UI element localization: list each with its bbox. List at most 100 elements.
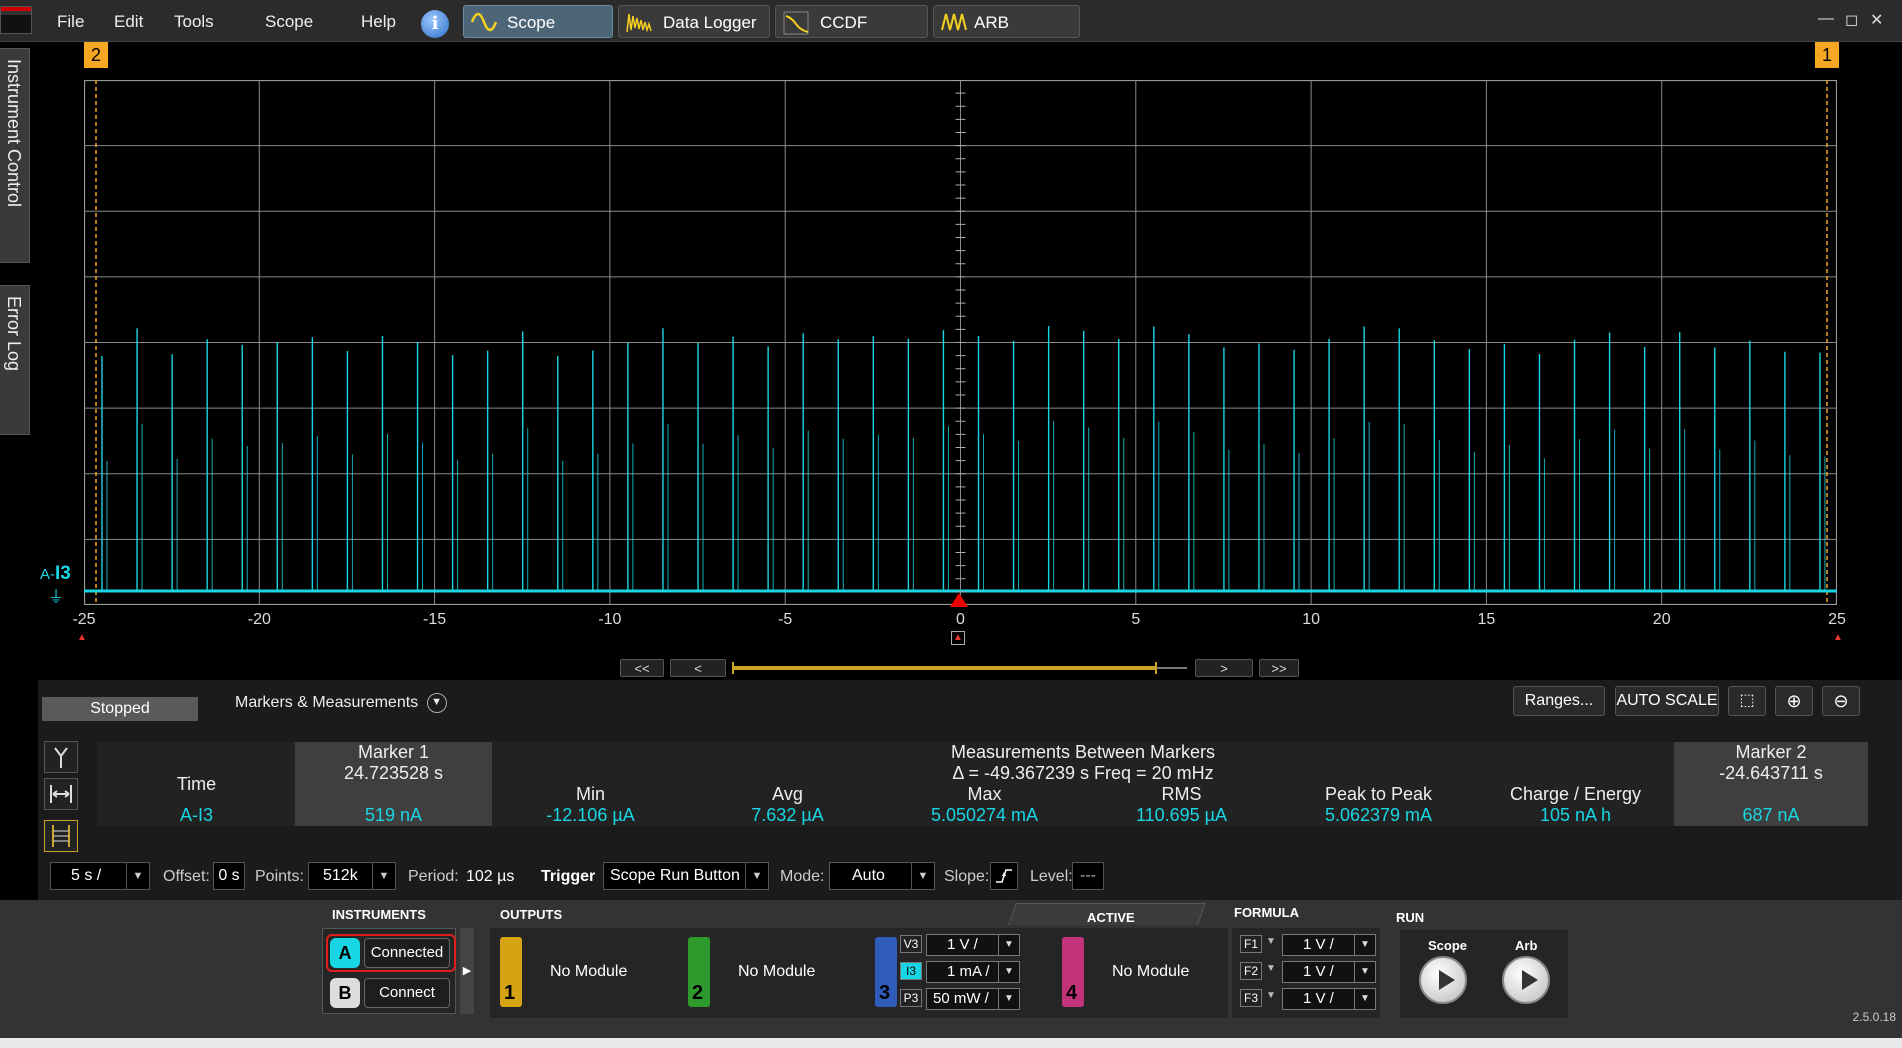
scroll-far-left-button[interactable]: << (620, 659, 664, 677)
trigger-select[interactable]: Scope Run Button ▼ (603, 862, 769, 890)
chevron-down-icon: ▼ (426, 693, 447, 713)
scroll-right-button[interactable]: > (1195, 659, 1253, 677)
i3-tag[interactable]: I3 (900, 962, 922, 980)
chevron-down-icon: ▼ (998, 935, 1019, 955)
offset-input[interactable]: 0 s (213, 862, 245, 890)
f3-tag[interactable]: F3 (1240, 989, 1262, 1007)
f3-dropdown-icon[interactable]: ▼ (1266, 990, 1276, 1001)
v3-tag[interactable]: V3 (900, 935, 922, 953)
output-4-num: 4 (1066, 982, 1078, 1004)
output-4[interactable]: 4 (1062, 937, 1084, 1007)
menu-tools[interactable]: Tools (174, 12, 214, 32)
f2-dropdown-icon[interactable]: ▼ (1266, 963, 1276, 974)
tab-arb[interactable]: ARB (933, 5, 1080, 38)
tab-scope[interactable]: Scope (463, 5, 613, 38)
zoom-box-icon[interactable]: ⬚ (1728, 686, 1766, 716)
instrument-a-status[interactable]: Connected (364, 938, 450, 968)
auto-scale-button[interactable]: AUTO SCALE (1615, 686, 1719, 716)
f1-range-value: 1 V / (1303, 936, 1334, 953)
tab-data-logger[interactable]: Data Logger (618, 5, 770, 38)
f2-tag[interactable]: F2 (1240, 962, 1262, 980)
info-icon[interactable]: i (421, 10, 449, 38)
level-input[interactable]: --- (1072, 862, 1104, 890)
status-badge: Stopped (42, 697, 198, 721)
maximize-icon[interactable]: ◻ (1845, 10, 1858, 30)
rising-slope-icon[interactable] (990, 862, 1018, 890)
instrument-a-button[interactable]: A (330, 938, 360, 968)
output-1[interactable]: 1 (500, 937, 522, 1007)
offset-marker-icon[interactable]: ▲ (951, 631, 965, 645)
marker-2-flag[interactable]: 2 (84, 42, 108, 68)
marker2-time: -24.643711 s (1674, 763, 1869, 805)
measure-tool-icon[interactable] (44, 820, 78, 852)
output-3[interactable]: 3 (875, 937, 897, 1007)
channel-label[interactable]: A-I3 (40, 563, 71, 585)
instrument-b-button[interactable]: B (330, 978, 360, 1008)
run-scope-button[interactable] (1419, 956, 1467, 1004)
f1-tag[interactable]: F1 (1240, 935, 1262, 953)
value-max: 5.050274 mA (886, 805, 1083, 826)
sidetab-error-log[interactable]: Error Log (0, 285, 30, 435)
trigger-position-icon[interactable] (950, 593, 968, 607)
scope-plot[interactable] (84, 80, 1837, 605)
timebase-value: 5 s / (71, 867, 102, 884)
trigger-value: Scope Run Button (610, 867, 740, 884)
tab-data-logger-label: Data Logger (663, 13, 757, 32)
f1-dropdown-icon[interactable]: ▼ (1266, 936, 1276, 947)
minimize-icon[interactable]: — (1818, 10, 1834, 28)
marker-tool-icon[interactable] (44, 741, 78, 773)
menu-file[interactable]: File (57, 12, 84, 32)
ccdf-icon (783, 11, 809, 35)
zoom-out-icon[interactable]: ⊖ (1822, 686, 1860, 716)
mode-label: Mode: (780, 868, 825, 885)
f1-range-select[interactable]: 1 V / ▼ (1282, 934, 1376, 956)
p3-tag[interactable]: P3 (900, 989, 922, 1007)
run-arb-button[interactable] (1502, 956, 1550, 1004)
output-2[interactable]: 2 (688, 937, 710, 1007)
close-icon[interactable]: ✕ (1870, 10, 1883, 30)
i3-range-select[interactable]: 1 mA / ▼ (926, 961, 1020, 983)
markers-measurements-title: Markers & Measurements (235, 694, 419, 712)
level-label: Level: (1030, 868, 1073, 885)
marker-1-flag[interactable]: 1 (1815, 42, 1839, 68)
channel-label-name: I3 (55, 563, 71, 584)
f3-range-select[interactable]: 1 V / ▼ (1282, 988, 1376, 1010)
sidetab-instrument-control[interactable]: Instrument Control (0, 48, 30, 263)
x-tick-label: 20 (1652, 611, 1671, 628)
chevron-down-icon: ▼ (1354, 935, 1375, 955)
expand-arrow-icon[interactable]: ▶ (460, 928, 474, 1014)
tab-ccdf[interactable]: CCDF (775, 5, 928, 38)
run-title: RUN (1396, 910, 1425, 925)
p3-range-select[interactable]: 50 mW / ▼ (926, 988, 1020, 1010)
period-value: 102 µs (466, 868, 515, 885)
output-1-num: 1 (504, 982, 516, 1004)
col-max: Max (886, 784, 1083, 805)
mode-value: Auto (852, 867, 885, 884)
timebase-select[interactable]: 5 s / ▼ (50, 862, 150, 890)
sine-wave-icon (470, 12, 498, 32)
menu-help[interactable]: Help (361, 12, 396, 32)
span-tool-icon[interactable] (44, 778, 78, 810)
ranges-button[interactable]: Ranges... (1513, 686, 1605, 716)
scroll-far-right-button[interactable]: >> (1259, 659, 1299, 677)
p3-range-value: 50 mW / (933, 990, 989, 1007)
chevron-down-icon: ▼ (126, 863, 149, 889)
menu-scope[interactable]: Scope (265, 12, 313, 32)
center-axis-ticks (955, 80, 966, 605)
mode-select[interactable]: Auto ▼ (829, 862, 935, 890)
f2-range-select[interactable]: 1 V / ▼ (1282, 961, 1376, 983)
outputs-title: OUTPUTS (500, 907, 563, 922)
col-avg: Avg (689, 784, 886, 805)
offset-label: Offset: (163, 868, 210, 885)
v3-range-select[interactable]: 1 V / ▼ (926, 934, 1020, 956)
value-charge-energy: 105 nA h (1477, 805, 1675, 826)
zoom-in-icon[interactable]: ⊕ (1775, 686, 1813, 716)
markers-measurements-toggle[interactable]: Markers & Measurements ▼ (235, 693, 447, 713)
points-select[interactable]: 512k ▼ (308, 862, 396, 890)
col-rms: RMS (1083, 784, 1280, 805)
instrument-b-connect[interactable]: Connect (364, 978, 450, 1008)
data-logger-icon (626, 13, 652, 33)
menu-edit[interactable]: Edit (114, 12, 143, 32)
scroll-slider[interactable] (732, 660, 1187, 676)
scroll-left-button[interactable]: < (670, 659, 726, 677)
